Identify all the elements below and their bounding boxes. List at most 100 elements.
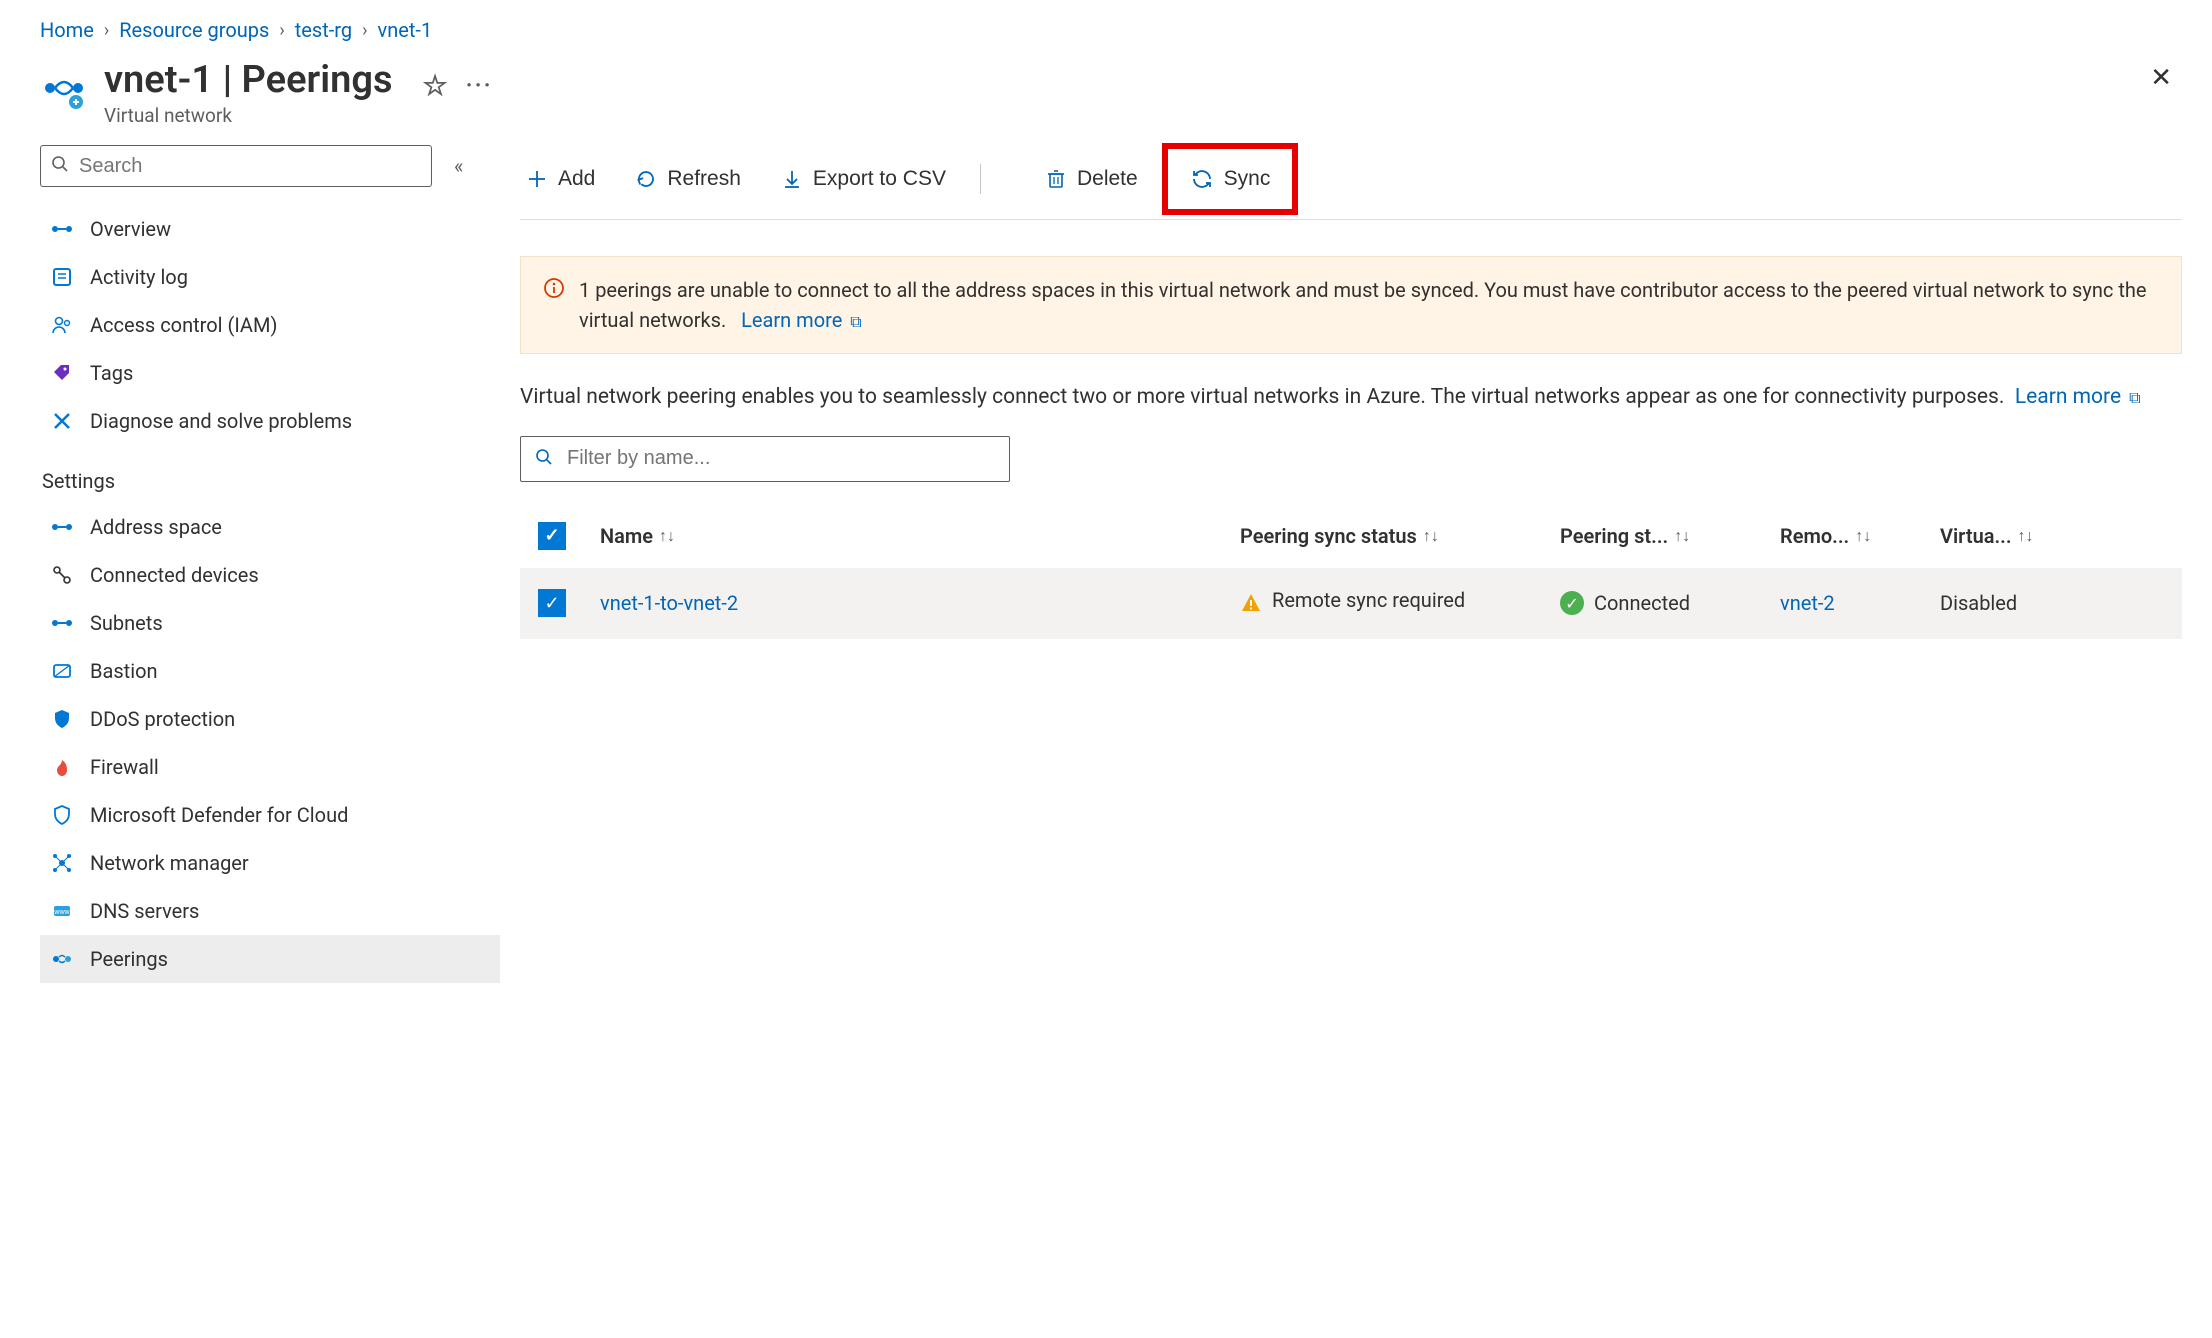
sidebar-item-connected-devices[interactable]: Connected devices — [40, 551, 500, 599]
peerings-table: ✓ Name ↑↓ Peering sync status ↑↓ Peering… — [520, 512, 2182, 639]
breadcrumb-test-rg[interactable]: test-rg — [295, 18, 352, 42]
success-icon: ✓ — [1560, 591, 1584, 615]
svg-text:www: www — [53, 909, 70, 916]
table-row[interactable]: ✓ vnet-1-to-vnet-2 Remote sync required … — [520, 568, 2182, 639]
sidebar-item-label: Access control (IAM) — [90, 313, 277, 337]
sidebar-item-dns[interactable]: www DNS servers — [40, 887, 500, 935]
peering-status-text: Connected — [1594, 591, 1690, 615]
gateway-text: Disabled — [1940, 591, 2182, 615]
sidebar-item-label: Address space — [90, 515, 222, 539]
col-gateway[interactable]: Virtua... ↑↓ — [1940, 524, 2182, 548]
breadcrumb-home[interactable]: Home — [40, 18, 94, 42]
collapse-sidebar-icon[interactable]: « — [454, 154, 463, 178]
delete-label: Delete — [1077, 167, 1138, 191]
sidebar-search[interactable] — [40, 145, 432, 187]
toolbar-separator — [980, 164, 981, 194]
sidebar-item-label: Microsoft Defender for Cloud — [90, 803, 348, 827]
sort-icon: ↑↓ — [659, 526, 675, 546]
col-sync-status[interactable]: Peering sync status ↑↓ — [1240, 524, 1560, 548]
close-button[interactable]: ✕ — [2150, 62, 2172, 93]
sidebar-item-overview[interactable]: Overview — [40, 205, 500, 253]
select-all-checkbox[interactable]: ✓ — [538, 522, 566, 550]
refresh-button[interactable]: Refresh — [629, 163, 747, 195]
devices-icon — [50, 563, 74, 587]
peerings-icon — [50, 947, 74, 971]
search-icon — [51, 155, 69, 177]
sync-label: Sync — [1224, 167, 1271, 191]
sidebar-item-label: Bastion — [90, 659, 158, 683]
sidebar-item-iam[interactable]: Access control (IAM) — [40, 301, 500, 349]
download-icon — [781, 168, 803, 190]
sidebar-item-subnets[interactable]: Subnets — [40, 599, 500, 647]
col-name[interactable]: Name ↑↓ — [600, 524, 1240, 548]
sidebar-item-label: Connected devices — [90, 563, 259, 587]
sort-icon: ↑↓ — [2018, 526, 2034, 546]
description: Virtual network peering enables you to s… — [520, 382, 2182, 414]
remote-vnet-link[interactable]: vnet-2 — [1780, 591, 1835, 615]
alert-learn-more-link[interactable]: Learn more ⧉ — [741, 308, 862, 332]
sidebar-item-diagnose[interactable]: Diagnose and solve problems — [40, 397, 500, 445]
col-remote[interactable]: Remo... ↑↓ — [1780, 524, 1940, 548]
more-icon[interactable]: ··· — [466, 71, 493, 99]
sidebar-item-ddos[interactable]: DDoS protection — [40, 695, 500, 743]
filter-box[interactable] — [520, 436, 1010, 482]
network-manager-icon — [50, 851, 74, 875]
external-link-icon: ⧉ — [846, 312, 861, 331]
toolbar: Add Refresh Export to CSV Delete — [520, 145, 2182, 220]
sidebar-item-firewall[interactable]: Firewall — [40, 743, 500, 791]
sidebar-item-label: DDoS protection — [90, 707, 235, 731]
sidebar-item-label: DNS servers — [90, 899, 199, 923]
peering-name-link[interactable]: vnet-1-to-vnet-2 — [600, 591, 738, 615]
dns-icon: www — [50, 899, 74, 923]
col-peering-status[interactable]: Peering st... ↑↓ — [1560, 524, 1780, 548]
table-header-row: ✓ Name ↑↓ Peering sync status ↑↓ Peering… — [520, 512, 2182, 568]
tags-icon — [50, 361, 74, 385]
plus-icon — [526, 168, 548, 190]
description-learn-more-link[interactable]: Learn more ⧉ — [2015, 385, 2141, 409]
breadcrumb: Home › Resource groups › test-rg › vnet-… — [0, 0, 2212, 52]
refresh-label: Refresh — [667, 167, 741, 191]
sync-button[interactable]: Sync — [1184, 163, 1277, 195]
sidebar-item-label: Activity log — [90, 265, 188, 289]
export-button[interactable]: Export to CSV — [775, 163, 952, 195]
defender-icon — [50, 803, 74, 827]
breadcrumb-vnet-1[interactable]: vnet-1 — [378, 18, 433, 42]
search-icon — [535, 448, 553, 470]
info-icon — [543, 277, 565, 335]
sidebar-item-address-space[interactable]: Address space — [40, 503, 500, 551]
row-checkbox[interactable]: ✓ — [538, 589, 566, 617]
sidebar-item-network-manager[interactable]: Network manager — [40, 839, 500, 887]
add-button[interactable]: Add — [520, 163, 601, 195]
sort-icon: ↑↓ — [1855, 526, 1871, 546]
sync-icon — [1190, 167, 1214, 191]
chevron-right-icon: › — [279, 20, 284, 41]
sidebar-item-peerings[interactable]: Peerings — [40, 935, 500, 983]
favorite-icon[interactable]: ☆ — [423, 69, 448, 102]
diagnose-icon — [50, 409, 74, 433]
sync-warning-banner: 1 peerings are unable to connect to all … — [520, 256, 2182, 354]
chevron-right-icon: › — [104, 20, 109, 41]
export-label: Export to CSV — [813, 167, 946, 191]
sidebar-item-label: Overview — [90, 217, 171, 241]
sidebar-group-settings: Settings — [40, 445, 500, 503]
refresh-icon — [635, 168, 657, 190]
sidebar: « Overview Activity log Access control (… — [0, 145, 520, 983]
overview-icon — [50, 217, 74, 241]
sidebar-item-tags[interactable]: Tags — [40, 349, 500, 397]
filter-input[interactable] — [567, 447, 995, 470]
iam-icon — [50, 313, 74, 337]
trash-icon — [1045, 168, 1067, 190]
vnet-icon — [40, 64, 88, 112]
sync-highlight-box: Sync — [1162, 143, 1299, 215]
sidebar-item-label: Subnets — [90, 611, 163, 635]
breadcrumb-resource-groups[interactable]: Resource groups — [119, 18, 269, 42]
search-input[interactable] — [79, 155, 421, 178]
sidebar-item-activity-log[interactable]: Activity log — [40, 253, 500, 301]
sidebar-item-defender[interactable]: Microsoft Defender for Cloud — [40, 791, 500, 839]
description-text: Virtual network peering enables you to s… — [520, 385, 2004, 409]
sync-status-text: Remote sync required — [1272, 588, 1465, 612]
subnets-icon — [50, 611, 74, 635]
delete-button[interactable]: Delete — [1039, 163, 1144, 195]
sidebar-item-bastion[interactable]: Bastion — [40, 647, 500, 695]
warning-icon — [1240, 592, 1262, 619]
